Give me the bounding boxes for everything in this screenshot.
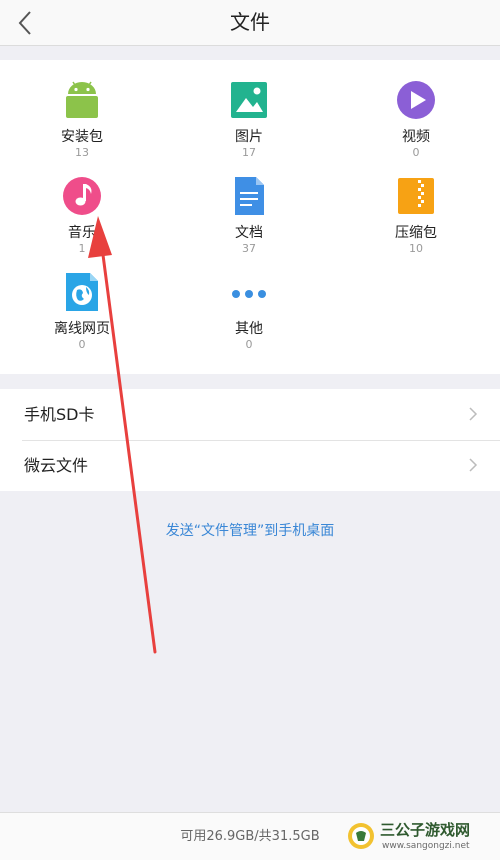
category-label: 离线网页 xyxy=(54,321,110,337)
storage-footer: 可用26.9GB/共31.5GB 三公子游戏网 www.sangongzi.ne… xyxy=(0,812,500,860)
list-item-weiyun[interactable]: 微云文件 xyxy=(0,440,500,491)
category-grid: 安装包 13 图片 17 视频 0 音乐 1 文档 37 压缩包 10 离线网页… xyxy=(0,60,500,374)
back-button[interactable] xyxy=(12,8,42,38)
image-icon xyxy=(231,82,267,118)
category-count: 10 xyxy=(409,242,423,255)
category-images[interactable]: 图片 17 xyxy=(189,60,309,159)
chevron-right-icon xyxy=(469,407,478,421)
category-other[interactable]: 其他 0 xyxy=(189,252,309,351)
music-note-icon xyxy=(63,177,101,215)
play-icon xyxy=(397,81,435,119)
category-count: 0 xyxy=(78,338,86,351)
storage-list: 手机SD卡 微云文件 xyxy=(0,389,500,491)
page-title: 文件 xyxy=(230,10,270,34)
watermark-logo-icon xyxy=(348,823,374,849)
watermark-url: www.sangongzi.net xyxy=(382,841,470,851)
offline-web-icon xyxy=(66,273,98,311)
category-offline-pages[interactable]: 离线网页 0 xyxy=(22,252,142,351)
category-label: 安装包 xyxy=(61,129,103,145)
watermark: 三公子游戏网 www.sangongzi.net xyxy=(346,819,496,855)
category-count: 0 xyxy=(245,338,253,351)
category-label: 音乐 xyxy=(68,225,96,241)
list-item-label: 手机SD卡 xyxy=(24,405,95,424)
category-apk[interactable]: 安装包 13 xyxy=(22,60,142,159)
category-video[interactable]: 视频 0 xyxy=(356,60,476,159)
android-icon xyxy=(66,81,98,118)
top-bar: 文件 xyxy=(0,0,500,46)
category-label: 压缩包 xyxy=(395,225,437,241)
category-music[interactable]: 音乐 1 xyxy=(22,156,142,255)
watermark-title: 三公子游戏网 xyxy=(380,821,471,839)
chevron-right-icon xyxy=(469,458,478,472)
category-documents[interactable]: 文档 37 xyxy=(189,156,309,255)
category-label: 其他 xyxy=(235,321,263,337)
send-to-desktop-link[interactable]: 发送“文件管理”到手机桌面 xyxy=(0,520,500,542)
document-icon xyxy=(235,177,264,215)
category-label: 文档 xyxy=(235,225,263,241)
list-item-label: 微云文件 xyxy=(24,456,89,475)
zip-icon xyxy=(398,178,434,214)
more-dots-icon xyxy=(232,290,266,298)
category-label: 视频 xyxy=(402,129,430,145)
back-arrow-icon xyxy=(18,11,31,35)
category-archives[interactable]: 压缩包 10 xyxy=(356,156,476,255)
category-label: 图片 xyxy=(235,129,263,145)
list-item-sd-card[interactable]: 手机SD卡 xyxy=(0,389,500,441)
